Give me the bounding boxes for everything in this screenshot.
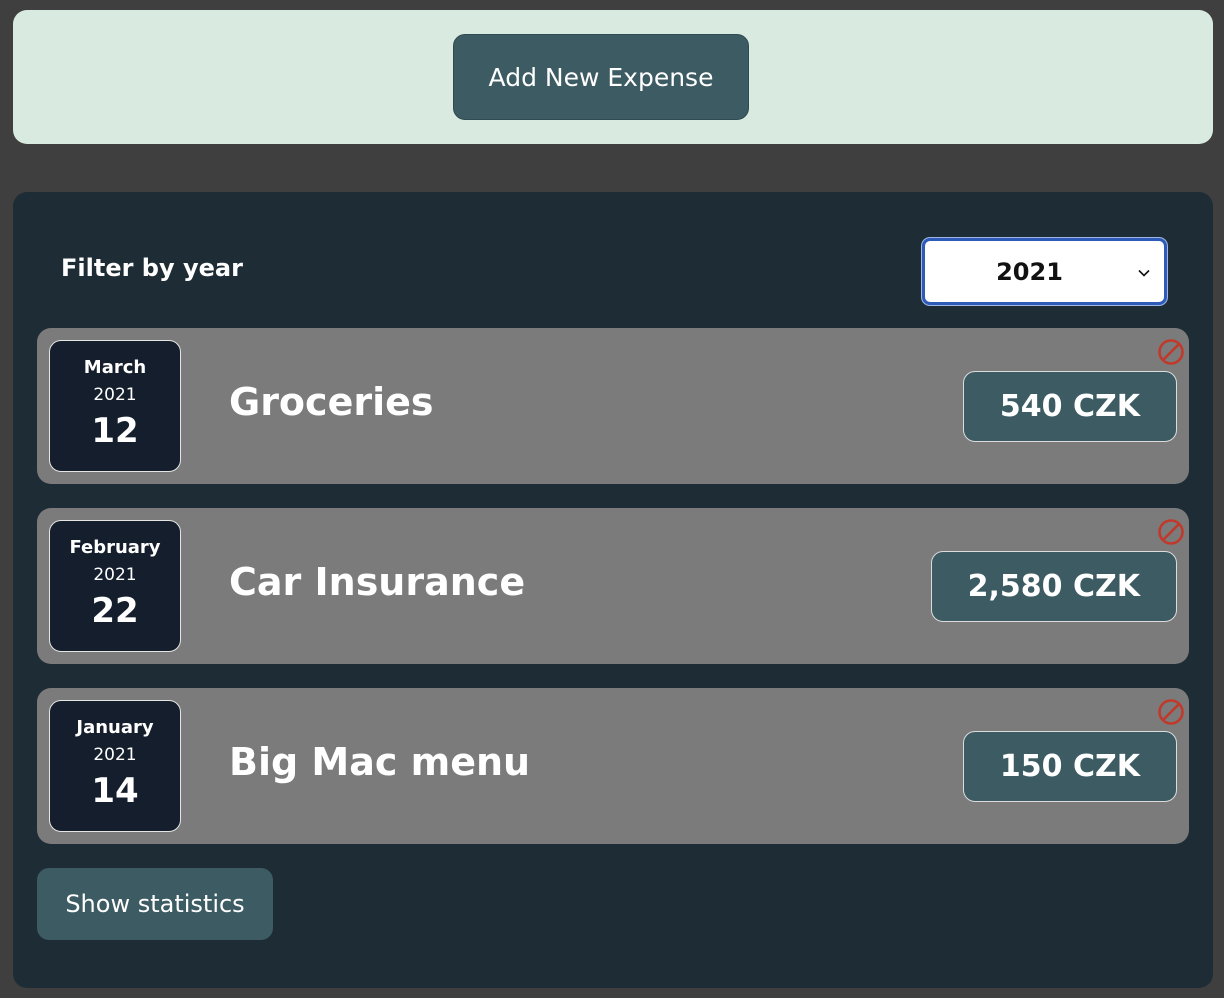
chevron-down-icon — [1138, 269, 1150, 277]
expense-title: Big Mac menu — [229, 740, 531, 784]
expense-date-month: January — [76, 717, 154, 738]
expense-amount: 540 CZK — [962, 371, 1177, 442]
expense-item: January 2021 14 Big Mac menu 150 CZK — [37, 688, 1189, 844]
expense-item: February 2021 22 Car Insurance 2,580 CZK — [37, 508, 1189, 664]
expense-date-month: March — [83, 357, 147, 378]
expense-date-year: 2021 — [93, 565, 137, 585]
expense-date: January 2021 14 — [49, 700, 181, 832]
add-new-expense-button[interactable]: Add New Expense — [453, 34, 749, 120]
expenses-panel: Filter by year 2021 March 2021 12 Grocer… — [13, 192, 1213, 988]
filter-label: Filter by year — [61, 254, 243, 282]
expense-date: February 2021 22 — [49, 520, 181, 652]
prohibited-icon[interactable] — [1157, 338, 1185, 366]
show-statistics-button[interactable]: Show statistics — [37, 868, 273, 940]
year-select-value: 2021 — [996, 257, 1063, 286]
expense-item: March 2021 12 Groceries 540 CZK — [37, 328, 1189, 484]
expense-amount: 150 CZK — [962, 731, 1177, 802]
expense-date-month: February — [69, 537, 161, 558]
prohibited-icon[interactable] — [1157, 518, 1185, 546]
expense-date-year: 2021 — [93, 745, 137, 765]
new-expense-panel: Add New Expense — [13, 10, 1213, 144]
expense-amount: 2,580 CZK — [930, 551, 1177, 622]
expense-date-day: 22 — [91, 591, 139, 631]
year-select[interactable]: 2021 — [922, 238, 1167, 305]
prohibited-icon[interactable] — [1157, 698, 1185, 726]
expense-date-day: 14 — [91, 771, 139, 811]
expense-date: March 2021 12 — [49, 340, 181, 472]
expense-date-year: 2021 — [93, 385, 137, 405]
expense-title: Car Insurance — [229, 560, 526, 604]
expense-title: Groceries — [229, 380, 434, 424]
expense-date-day: 12 — [91, 411, 139, 451]
